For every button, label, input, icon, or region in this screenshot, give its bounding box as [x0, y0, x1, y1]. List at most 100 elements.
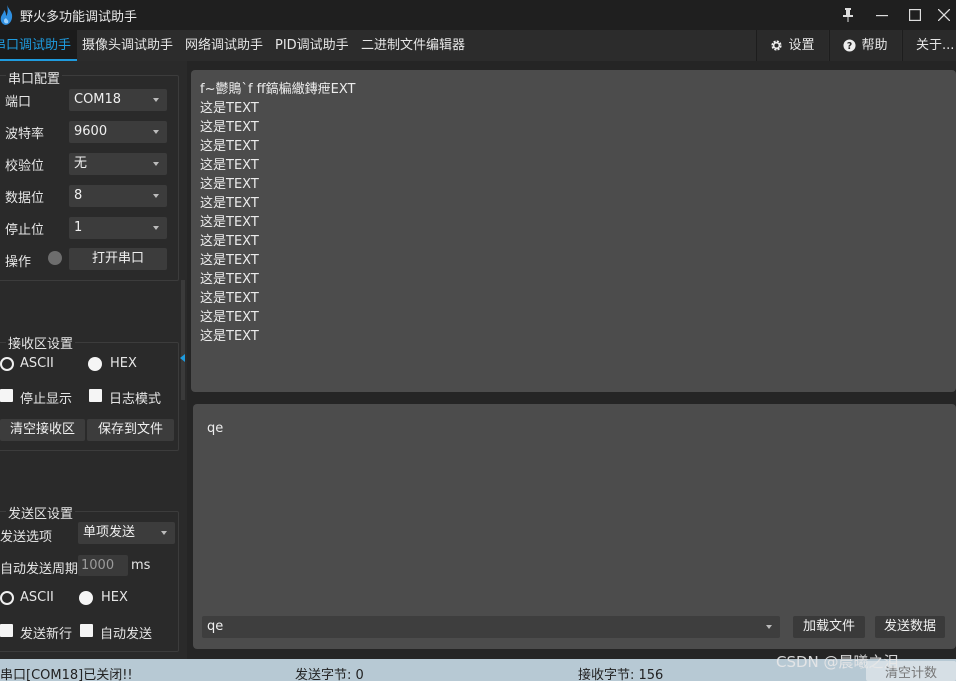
stop-display-checkbox[interactable]: [0, 389, 13, 402]
send-text: qe: [207, 421, 224, 436]
recv-ascii-radio[interactable]: [0, 357, 14, 371]
settings-label: 设置: [788, 38, 815, 53]
save-to-file-button[interactable]: 保存到文件: [87, 419, 174, 441]
chevron-down-icon: [153, 130, 159, 134]
port-label: 端口: [5, 95, 32, 110]
receive-line: 这是TEXT: [200, 310, 259, 325]
recv-hex-label: HEX: [110, 356, 137, 371]
receive-line: 这是TEXT: [200, 291, 259, 306]
databits-label: 数据位: [5, 191, 45, 206]
maximize-button[interactable]: [899, 0, 931, 30]
svg-text:?: ?: [847, 41, 852, 52]
panel-splitter[interactable]: [181, 280, 185, 400]
databits-value: 8: [74, 188, 83, 203]
receive-line: 这是TEXT: [200, 177, 259, 192]
chevron-down-icon: [766, 625, 772, 629]
auto-send-label: 自动发送: [100, 627, 153, 642]
open-port-button[interactable]: 打开串口: [69, 248, 167, 270]
chevron-down-icon: [153, 98, 159, 102]
tab-bar: 串口调试助手 摄像头调试助手 网络调试助手 PID调试助手 二进制文件编辑器 设…: [0, 30, 956, 61]
title-bar: 野火多功能调试助手: [0, 0, 956, 30]
recv-hex-radio[interactable]: [88, 357, 102, 371]
send-newline-label: 发送新行: [20, 627, 73, 642]
parity-select[interactable]: 无: [69, 153, 167, 175]
close-button[interactable]: [932, 0, 956, 30]
tab-camera-assistant[interactable]: 摄像头调试助手: [82, 30, 173, 61]
baud-value: 9600: [74, 124, 108, 139]
send-settings-title: 发送区设置: [6, 503, 76, 522]
stopbits-select[interactable]: 1: [69, 217, 167, 239]
send-option-select[interactable]: 单项发送: [78, 522, 175, 544]
port-value: COM18: [74, 92, 122, 107]
sent-bytes-text: 发送字节: 0: [295, 668, 364, 681]
left-panel: 串口配置 端口 COM18 波特率 9600 校验位 无 数据位 8 停止位 1…: [0, 61, 187, 659]
stopbits-label: 停止位: [5, 223, 45, 238]
send-hex-radio[interactable]: [79, 591, 93, 605]
help-label: 帮助: [861, 38, 888, 53]
receive-area[interactable]: f~鬱鵙`f ff鎬楄繖鏄疶EXT 这是TEXT 这是TEXT 这是TEXT 这…: [191, 70, 956, 392]
flame-icon: [0, 5, 13, 25]
baud-label: 波特率: [5, 127, 45, 142]
auto-period-input[interactable]: 1000: [78, 555, 128, 576]
send-hex-label: HEX: [101, 590, 128, 605]
baud-select[interactable]: 9600: [69, 121, 167, 143]
receive-line: 这是TEXT: [200, 120, 259, 135]
databits-select[interactable]: 8: [69, 185, 167, 207]
receive-settings-title: 接收区设置: [6, 333, 76, 352]
close-icon: [938, 9, 950, 21]
send-ascii-label: ASCII: [20, 590, 54, 605]
receive-line: 这是TEXT: [200, 215, 259, 230]
receive-line: 这是TEXT: [200, 139, 259, 154]
watermark: CSDN @晨曦之泪: [776, 653, 899, 671]
receive-line: 这是TEXT: [200, 253, 259, 268]
gear-icon: [771, 40, 783, 51]
auto-period-label: 自动发送周期: [0, 562, 79, 577]
tab-serial-assistant[interactable]: 串口调试助手: [0, 30, 77, 61]
send-option-label: 发送选项: [0, 530, 53, 545]
serial-config-title: 串口配置: [6, 68, 63, 87]
send-ascii-radio[interactable]: [0, 591, 14, 605]
port-status-text: 串口[COM18]已关闭!!: [0, 668, 133, 681]
help-button[interactable]: ? 帮助: [829, 30, 901, 61]
about-button[interactable]: 关于...: [902, 30, 956, 61]
help-icon: ?: [843, 39, 857, 52]
auto-send-checkbox[interactable]: [80, 624, 93, 637]
receive-line: 这是TEXT: [200, 234, 259, 249]
pin-button[interactable]: [832, 0, 864, 30]
send-option-value: 单项发送: [83, 525, 136, 540]
send-history-value: qe: [207, 619, 224, 634]
load-file-button[interactable]: 加载文件: [793, 616, 865, 638]
log-mode-checkbox[interactable]: [89, 389, 102, 402]
tab-pid-assistant[interactable]: PID调试助手: [275, 30, 349, 61]
minimize-icon: [876, 15, 888, 17]
receive-line: 这是TEXT: [200, 329, 259, 344]
collapse-arrow-icon[interactable]: [180, 354, 185, 362]
clear-receive-button[interactable]: 清空接收区: [0, 419, 85, 441]
stopbits-value: 1: [74, 220, 83, 235]
receive-line: 这是TEXT: [200, 272, 259, 287]
send-newline-checkbox[interactable]: [0, 624, 13, 637]
parity-label: 校验位: [5, 159, 45, 174]
log-mode-label: 日志模式: [109, 392, 162, 407]
operation-label: 操作: [5, 255, 32, 270]
send-history-select[interactable]: qe: [202, 616, 780, 638]
settings-button[interactable]: 设置: [756, 30, 828, 61]
pin-icon: [843, 8, 853, 22]
tab-binary-editor[interactable]: 二进制文件编辑器: [361, 30, 465, 61]
period-unit-label: ms: [131, 558, 151, 573]
port-select[interactable]: COM18: [69, 89, 167, 111]
parity-value: 无: [74, 156, 88, 171]
receive-line: 这是TEXT: [200, 158, 259, 173]
chevron-down-icon: [161, 531, 167, 535]
send-area[interactable]: qe qe 加载文件 发送数据: [193, 404, 956, 649]
receive-line: 这是TEXT: [200, 196, 259, 211]
send-data-button[interactable]: 发送数据: [875, 616, 945, 638]
maximize-icon: [909, 9, 921, 21]
chevron-down-icon: [153, 226, 159, 230]
chevron-down-icon: [153, 194, 159, 198]
minimize-button[interactable]: [866, 0, 898, 30]
recv-ascii-label: ASCII: [20, 356, 54, 371]
port-status-led: [48, 251, 62, 265]
tab-network-assistant[interactable]: 网络调试助手: [185, 30, 263, 61]
recv-bytes-text: 接收字节: 156: [578, 668, 664, 681]
